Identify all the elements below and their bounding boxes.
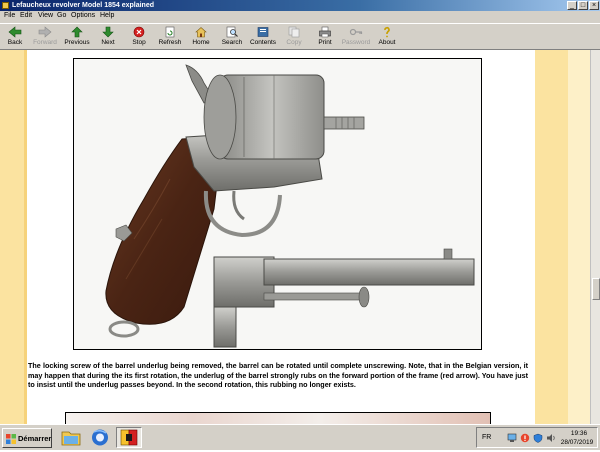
warning-icon[interactable] xyxy=(520,433,530,443)
search-label: Search xyxy=(221,39,243,46)
back-label: Back xyxy=(7,39,23,46)
left-page-band xyxy=(0,50,24,424)
password-label: Password xyxy=(341,39,371,46)
toolbar: Back Forward Previous Next Stop Refresh … xyxy=(0,23,600,50)
next-photo-partial xyxy=(65,412,491,424)
clock-date[interactable]: 28/07/2019 xyxy=(557,439,597,446)
menu-edit[interactable]: Edit xyxy=(20,12,32,19)
contents-book-icon xyxy=(257,27,269,37)
next-label: Next xyxy=(101,39,115,46)
clock-time[interactable]: 19:36 xyxy=(561,430,597,437)
help-viewer-window: Lefaucheux revolver Model 1854 explained… xyxy=(0,0,600,424)
about-button[interactable]: About xyxy=(372,25,402,50)
copy-icon xyxy=(288,26,300,38)
forward-arrow-icon xyxy=(38,26,52,38)
browser-icon[interactable] xyxy=(89,427,111,448)
explorer-folder-icon[interactable] xyxy=(60,427,82,448)
close-button[interactable]: × xyxy=(589,1,599,10)
contents-label: Contents xyxy=(249,39,277,46)
previous-up-arrow-icon xyxy=(71,26,83,38)
copy-label: Copy xyxy=(286,39,302,46)
revolver-illustration xyxy=(105,64,475,348)
system-tray: FR 19:36 28/07/2019 xyxy=(476,427,598,448)
copy-button[interactable]: Copy xyxy=(279,25,309,50)
security-shield-icon[interactable] xyxy=(533,433,543,443)
help-content-pane[interactable]: The locking screw of the barrel underlug… xyxy=(0,50,600,424)
window-title: Lefaucheux revolver Model 1854 explained xyxy=(12,2,155,9)
title-bar[interactable]: Lefaucheux revolver Model 1854 explained… xyxy=(0,0,600,11)
menu-go[interactable]: Go xyxy=(57,12,66,19)
about-icon xyxy=(384,26,390,38)
taskbar: Démarrer FR 19:36 28/07/2019 xyxy=(0,424,600,450)
right-page-band-light xyxy=(568,50,590,424)
minimize-button[interactable]: _ xyxy=(567,1,577,10)
search-icon xyxy=(226,26,238,38)
stop-button[interactable]: Stop xyxy=(124,25,154,50)
vertical-scrollbar[interactable] xyxy=(590,50,600,424)
start-button[interactable]: Démarrer xyxy=(2,428,52,448)
help-viewer-task-icon xyxy=(120,429,138,446)
refresh-icon xyxy=(165,26,175,38)
home-button[interactable]: Home xyxy=(186,25,216,50)
next-down-arrow-icon xyxy=(102,26,114,38)
forward-label: Forward xyxy=(33,39,57,46)
password-button[interactable]: Password xyxy=(341,25,371,50)
previous-button[interactable]: Previous xyxy=(62,25,92,50)
print-button[interactable]: Print xyxy=(310,25,340,50)
help-viewer-task[interactable] xyxy=(116,427,142,448)
contents-button[interactable]: Contents xyxy=(248,25,278,50)
stop-label: Stop xyxy=(132,39,146,46)
refresh-label: Refresh xyxy=(158,39,182,46)
maximize-button[interactable]: □ xyxy=(578,1,588,10)
start-label: Démarrer xyxy=(18,434,52,443)
home-label: Home xyxy=(192,39,210,46)
refresh-button[interactable]: Refresh xyxy=(155,25,185,50)
forward-button[interactable]: Forward xyxy=(30,25,60,50)
windows-logo-icon xyxy=(6,434,16,444)
about-label: About xyxy=(378,39,396,46)
back-button[interactable]: Back xyxy=(0,25,30,50)
right-page-band xyxy=(535,50,568,424)
menu-view[interactable]: View xyxy=(38,12,53,19)
scrollbar-thumb[interactable] xyxy=(592,278,600,300)
left-page-band-edge xyxy=(24,50,27,424)
key-icon xyxy=(349,28,363,36)
volume-icon[interactable] xyxy=(546,433,556,443)
menu-options[interactable]: Options xyxy=(71,12,95,19)
language-indicator[interactable]: FR xyxy=(482,434,491,441)
network-icon[interactable] xyxy=(507,433,517,443)
photo-caption: The locking screw of the barrel underlug… xyxy=(28,361,528,390)
next-button[interactable]: Next xyxy=(93,25,123,50)
back-arrow-icon xyxy=(8,26,22,38)
search-button[interactable]: Search xyxy=(217,25,247,50)
stop-icon xyxy=(133,26,145,38)
print-label: Print xyxy=(318,39,332,46)
menu-file[interactable]: File xyxy=(4,12,15,19)
revolver-disassembly-photo xyxy=(73,58,482,350)
previous-label: Previous xyxy=(64,39,90,46)
menu-help[interactable]: Help xyxy=(100,12,114,19)
printer-icon xyxy=(319,26,331,38)
menu-bar: File Edit View Go Options Help xyxy=(0,11,600,23)
home-icon xyxy=(195,27,207,38)
app-icon xyxy=(2,2,9,9)
